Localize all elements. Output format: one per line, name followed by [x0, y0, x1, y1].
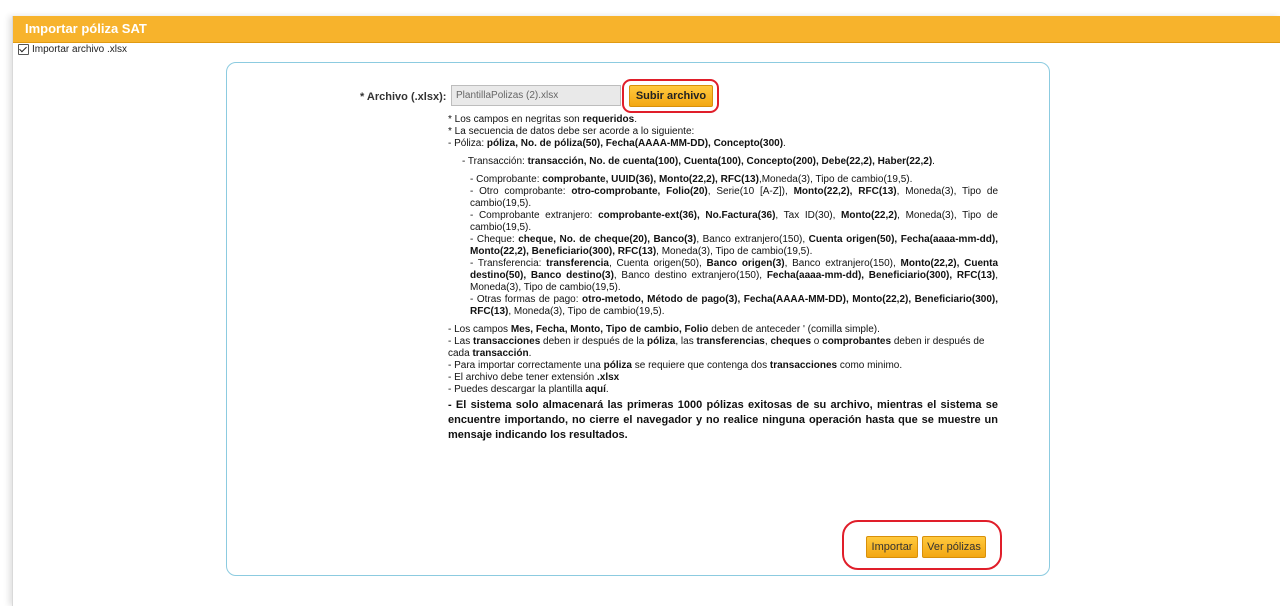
- file-field-label: * Archivo (.xlsx):: [360, 91, 447, 103]
- transferencia-spec: - Transferencia: transferencia, Cuenta o…: [470, 258, 999, 293]
- comprobante-spec: - Comprobante: comprobante, UUID(36), Mo…: [470, 174, 913, 185]
- extension-note: - El archivo debe tener extensión .xlsx: [448, 372, 620, 383]
- window-title: Importar póliza SAT: [25, 21, 147, 36]
- instructions-block: * Los campos en negritas son requeridos.…: [448, 114, 998, 443]
- highlight-ring-upload: [622, 79, 719, 113]
- import-checkbox[interactable]: [18, 44, 29, 55]
- transaccion-spec: - Transacción: transacción, No. de cuent…: [462, 156, 935, 167]
- file-path-input[interactable]: PlantillaPolizas (2).xlsx: [451, 85, 621, 106]
- import-warning: - El sistema solo almacenará las primera…: [448, 399, 998, 441]
- required-note: * Los campos en negritas son requeridos.: [448, 114, 637, 125]
- otras-formas-spec: - Otras formas de pago: otro-metodo, Mét…: [470, 294, 998, 317]
- import-toggle[interactable]: Importar archivo .xlsx: [18, 44, 127, 55]
- template-download-link[interactable]: aquí: [585, 384, 606, 395]
- otro-comprobante-spec: - Otro comprobante: otro-comprobante, Fo…: [470, 186, 999, 209]
- template-note: - Puedes descargar la plantilla aquí.: [448, 384, 609, 395]
- cheque-spec: - Cheque: cheque, No. de cheque(20), Ban…: [470, 234, 998, 257]
- comprobante-ext-spec: - Comprobante extranjero: comprobante-ex…: [470, 210, 998, 233]
- sequence-note: * La secuencia de datos debe ser acorde …: [448, 126, 695, 137]
- minimo-note: - Para importar correctamente una póliza…: [448, 360, 903, 371]
- highlight-ring-actions: [842, 520, 1002, 570]
- window-header: Importar póliza SAT: [13, 16, 1280, 43]
- orden-note: - Las transacciones deben ir después de …: [448, 336, 985, 359]
- comilla-note: - Los campos Mes, Fecha, Monto, Tipo de …: [448, 324, 880, 335]
- import-checkbox-label: Importar archivo .xlsx: [32, 44, 128, 55]
- poliza-spec: - Póliza: póliza, No. de póliza(50), Fec…: [448, 138, 786, 149]
